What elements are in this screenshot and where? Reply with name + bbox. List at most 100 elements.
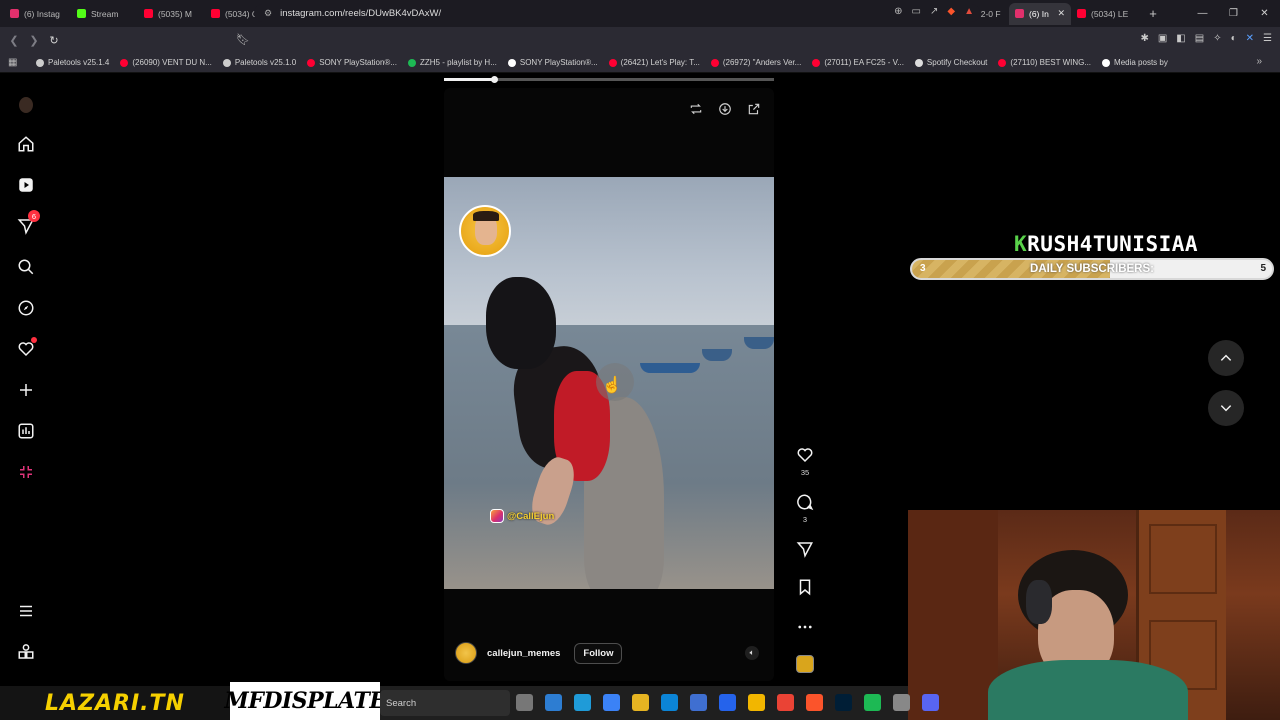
wallet-icon[interactable]: ▤ [1195,33,1204,44]
browser-tab[interactable]: Stream [71,3,138,25]
browser-tab[interactable]: (5035) M [138,3,205,25]
home-icon[interactable] [16,134,36,154]
taskbar-app-icon[interactable] [574,694,591,711]
previous-reel-button[interactable] [1208,340,1244,376]
bookmark-favicon-icon [36,58,44,67]
tab-favicon-icon [1015,9,1024,18]
browser-tab-active[interactable]: (6) In ✕ [1009,2,1071,25]
address-bar[interactable]: ⚙︎ instagram.com/reels/DUwBK4vDAxW/ ⊕ ▭ … [254,4,980,22]
bookmark-icon[interactable] [796,578,814,596]
meta-ai-icon[interactable] [16,462,36,482]
channel-logo [459,205,511,257]
bookmark-item[interactable]: Paletools v25.1.4 [36,58,109,67]
taskbar-search[interactable]: Search [380,690,510,716]
taskbar-app-icon[interactable] [922,694,939,711]
split-view-icon[interactable]: ◧ [1176,33,1185,44]
new-tab-button[interactable]: + [1146,6,1160,21]
taskbar-app-icon[interactable] [835,694,852,711]
bookmark-item[interactable]: SONY PlayStation®... [307,58,397,67]
ai-icon[interactable]: ✧ [1213,33,1221,44]
site-info-icon[interactable]: ⚙︎ [264,8,272,19]
bookmark-item[interactable]: (27011) EA FC25 - V... [812,58,904,67]
tab-favicon-icon [1077,9,1086,18]
reload-icon[interactable]: ↻ [44,34,64,47]
taskbar-app-icon[interactable] [893,694,910,711]
notifications-heart-icon[interactable] [16,337,37,359]
bookmark-item[interactable]: SONY PlayStation®... [507,58,598,67]
original-audio-thumbnail[interactable] [796,655,814,673]
reels-icon[interactable] [16,175,36,195]
reel-progress-knob[interactable] [490,76,498,83]
more-dots-icon[interactable] [796,618,814,636]
send-icon[interactable] [796,540,814,558]
bookmark-item[interactable]: ZZH5 - playlist by H... [407,58,497,67]
bookmark-item[interactable]: Spotify Checkout [914,58,988,67]
dashboard-icon[interactable] [16,421,36,441]
tab-title: (6) Instag [24,8,60,19]
bookmark-item[interactable]: (27110) BEST WING... [998,58,1091,67]
bookmark-page-icon[interactable]: 🔖︎ [236,33,250,46]
taskbar-app-icon[interactable] [719,694,736,711]
reel-progress-bar[interactable] [444,76,774,83]
next-reel-button[interactable] [1208,390,1244,426]
comment-icon[interactable] [796,493,814,511]
taskbar-app-icon[interactable] [806,694,823,711]
taskbar-app-icon[interactable] [632,694,649,711]
bookmark-item[interactable]: Media posts by [1102,58,1168,67]
explore-icon[interactable] [16,298,36,318]
share-icon[interactable]: ↗ [930,6,938,17]
bookmark-item[interactable]: Paletools v25.1.0 [222,58,296,67]
taskbar-app-icon[interactable] [777,694,794,711]
rewards-icon[interactable]: ▲ [964,6,974,17]
bookmarks-overflow-icon[interactable]: » [1256,56,1262,67]
bookmark-favicon-icon [507,58,516,67]
taskbar-app-icon[interactable] [545,694,562,711]
taskbar-app-icon[interactable] [603,694,620,711]
sidebar-icon[interactable]: ▣ [1158,33,1167,44]
kick-ext-icon[interactable]: ✕ [1246,33,1254,44]
brave-shield-icon[interactable]: ◆ [947,6,955,17]
menu-icon[interactable]: ☰ [1263,33,1272,44]
back-icon[interactable]: ❮ [4,34,24,47]
open-external-icon[interactable] [745,100,762,117]
follow-button[interactable]: Follow [574,642,623,664]
zoom-icon[interactable]: ⊕ [894,6,902,17]
maximize-button[interactable]: ❐ [1218,8,1249,19]
notifications-dot [31,337,37,343]
close-tab-icon[interactable]: ✕ [1057,8,1065,19]
create-plus-icon[interactable] [16,380,36,400]
messages-icon[interactable]: 6 [16,210,40,236]
repost-icon[interactable] [687,100,704,117]
close-window-button[interactable]: ✕ [1249,8,1280,19]
browser-tab[interactable]: (5034) LE [1071,3,1138,25]
address-row: ❮ ❯ ↻ [0,27,1280,53]
bookmark-label: Spotify Checkout [926,58,988,67]
apps-icon[interactable]: ▦ [8,57,22,68]
reel-video[interactable]: @CallEjun ☝ [444,177,774,589]
forward-icon[interactable]: ❯ [24,34,44,47]
reel-author-username[interactable]: callejun_memes [487,648,560,659]
bookmark-item[interactable]: (26972) "Anders Ver... [710,58,801,67]
bookmark-item[interactable]: (26421) Let's Play: T... [608,58,700,67]
download-icon[interactable] [716,100,733,117]
bookmark-item[interactable]: (26090) VENT DU N... [120,58,212,67]
extensions-icon[interactable]: ✱ [1140,33,1148,44]
also-from-meta-icon[interactable] [16,642,36,662]
taskbar-app-icon[interactable] [748,694,765,711]
browser-tab[interactable]: (6) Instag [4,3,71,25]
instagram-logo-icon[interactable] [16,95,36,115]
taskbar-app-icon[interactable] [690,694,707,711]
taskbar-app-icon[interactable] [661,694,678,711]
taskbar-app-icon[interactable] [864,694,881,711]
minimize-button[interactable]: — [1187,8,1218,19]
vpn-icon[interactable]: ◐ [1231,33,1237,44]
reel-author-avatar[interactable] [455,642,477,664]
cast-icon[interactable]: ▭ [912,6,921,17]
more-menu-icon[interactable] [16,601,36,621]
search-icon[interactable] [16,257,36,277]
like-heart-icon[interactable] [796,446,814,464]
volume-icon[interactable]: 🔈︎ [745,646,759,660]
tab-title: (6) In [1029,8,1049,19]
taskbar-app-icon[interactable] [516,694,533,711]
bookmark-favicon-icon [1102,58,1111,67]
